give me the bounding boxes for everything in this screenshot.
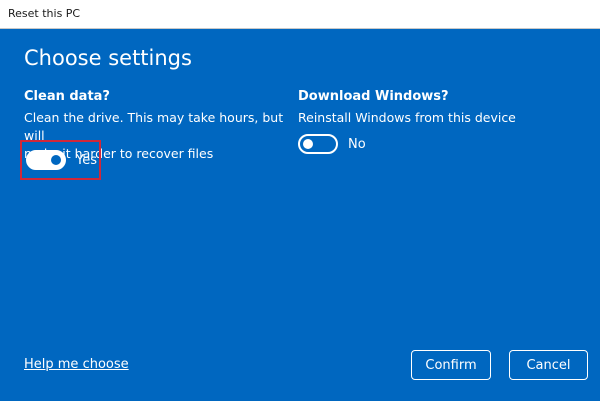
toggle-knob — [51, 155, 61, 165]
download-windows-toggle-label: No — [348, 136, 366, 152]
download-windows-toggle-row: No — [298, 134, 366, 154]
cancel-button[interactable]: Cancel — [509, 350, 588, 380]
download-windows-title: Download Windows? — [298, 89, 449, 104]
clean-data-toggle[interactable] — [26, 150, 66, 170]
clean-data-title: Clean data? — [24, 89, 110, 104]
page-title: Choose settings — [24, 46, 192, 70]
settings-panel: Choose settings Clean data? Clean the dr… — [0, 29, 600, 401]
confirm-button[interactable]: Confirm — [411, 350, 491, 380]
download-windows-description: Reinstall Windows from this device — [298, 110, 516, 125]
toggle-knob — [303, 139, 313, 149]
help-me-choose-link[interactable]: Help me choose — [24, 357, 129, 372]
clean-data-toggle-label: Yes — [76, 152, 97, 168]
reset-pc-window: Reset this PC Choose settings Clean data… — [0, 0, 600, 401]
title-bar: Reset this PC — [0, 0, 600, 29]
clean-data-toggle-row: Yes — [26, 150, 97, 170]
window-title: Reset this PC — [8, 7, 81, 20]
download-windows-toggle[interactable] — [298, 134, 338, 154]
